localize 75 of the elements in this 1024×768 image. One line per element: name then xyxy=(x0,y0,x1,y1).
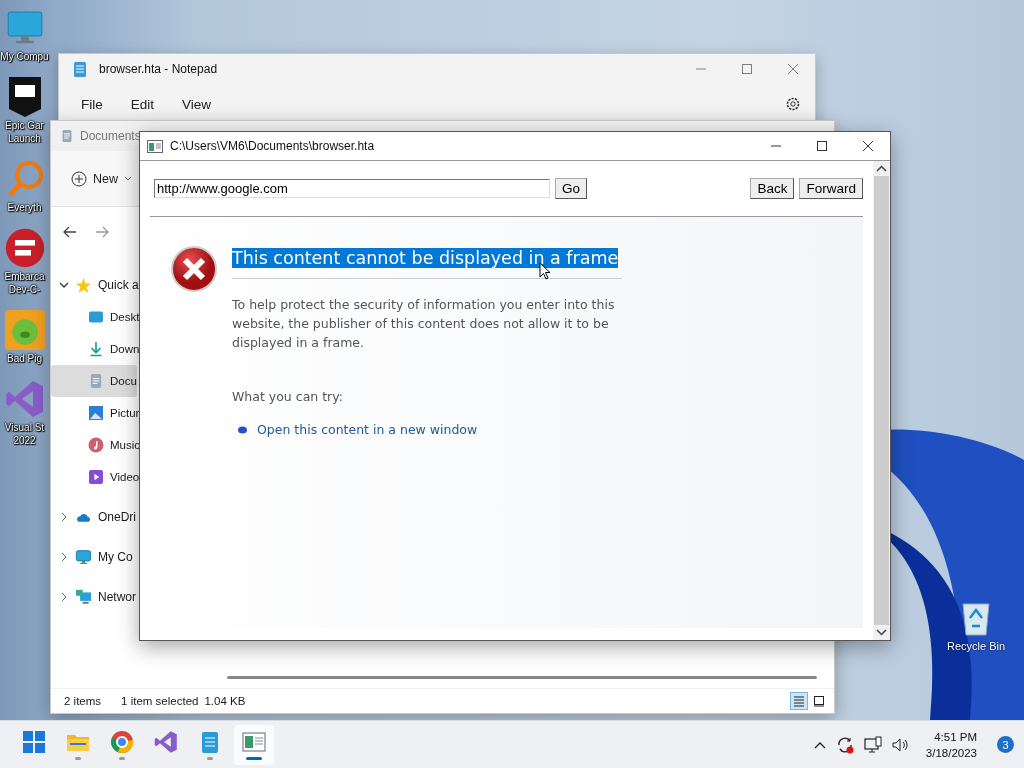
chevron-up-icon[interactable] xyxy=(813,740,826,749)
desktop-icon xyxy=(88,309,104,325)
notification-badge[interactable]: 3 xyxy=(997,736,1014,753)
file-size: 1.04 KB xyxy=(204,695,246,707)
volume-icon[interactable] xyxy=(891,736,910,753)
window-title: C:\Users\VM6\Documents\browser.hta xyxy=(170,139,376,153)
menu-item[interactable]: View xyxy=(172,92,222,116)
sidebar-item[interactable]: My Co xyxy=(98,550,133,564)
forward-arrow-icon[interactable] xyxy=(95,226,109,238)
app-shortcut-icon xyxy=(4,379,45,419)
item-count: 2 items xyxy=(64,695,102,707)
windows-logo-icon xyxy=(22,729,46,754)
forward-button[interactable]: Forward xyxy=(799,178,863,199)
notepad-icon xyxy=(73,60,87,78)
error-icon xyxy=(170,245,218,293)
network-icon xyxy=(75,588,92,606)
selection-info: 1 item selected xyxy=(121,695,199,707)
window-title: browser.hta - Notepad xyxy=(99,62,219,76)
picture-icon xyxy=(88,405,104,421)
collapsed-chevron-icon[interactable] xyxy=(59,512,69,522)
maximize-icon[interactable] xyxy=(816,140,828,152)
address-field[interactable]: http://www.google.com xyxy=(154,179,550,198)
sidebar-item[interactable]: Quick a xyxy=(98,278,139,292)
collapsed-chevron-icon[interactable] xyxy=(59,552,69,562)
document-icon xyxy=(60,129,74,143)
horizontal-scrollbar[interactable] xyxy=(227,676,817,680)
sidebar-item[interactable]: Down xyxy=(51,333,140,365)
recycle-bin-label[interactable]: Recycle Bin xyxy=(946,640,1006,652)
sidebar-item[interactable]: Video xyxy=(51,461,140,493)
star-icon xyxy=(75,276,92,294)
app-window-icon xyxy=(147,139,163,153)
download-icon xyxy=(88,341,104,357)
error-heading: This content cannot be displayed in a frame xyxy=(232,248,622,279)
back-button[interactable]: Back xyxy=(750,178,795,199)
error-message: To help protect the security of information you enter into this website, the publisher of this content does not allow it to be displayed in a frame. xyxy=(232,296,616,352)
bullet-icon xyxy=(238,425,247,434)
hta-icon xyxy=(242,729,266,754)
computer-icon xyxy=(75,548,92,566)
sidebar-item[interactable]: Docu xyxy=(51,365,137,397)
tile-icon xyxy=(813,695,825,707)
video-icon xyxy=(88,469,104,485)
music-icon xyxy=(88,437,104,453)
scroll-down-icon xyxy=(876,629,887,636)
clock[interactable]: 4:51 PM 3/18/2023 xyxy=(925,728,977,761)
scroll-up-icon xyxy=(876,165,887,172)
list-icon xyxy=(793,695,805,707)
plus-circle-icon xyxy=(71,170,87,187)
app-shortcut-icon xyxy=(4,228,45,268)
open-new-window-link[interactable]: Open this content in a new window xyxy=(257,422,478,437)
sidebar-item[interactable]: Pictur xyxy=(51,397,140,429)
mouse-pointer-icon xyxy=(539,262,551,280)
sidebar-item[interactable]: Music xyxy=(51,429,141,461)
back-arrow-icon[interactable] xyxy=(63,226,77,238)
menu-item[interactable]: File xyxy=(71,92,113,116)
menu-item[interactable]: Edit xyxy=(120,92,165,116)
vs-icon xyxy=(154,729,178,754)
settings-icon[interactable] xyxy=(785,96,801,112)
app-window-taskbar-button[interactable] xyxy=(234,724,274,765)
sidebar-item[interactable]: Deskt xyxy=(51,301,140,333)
sync-icon[interactable] xyxy=(835,735,854,754)
window-title: Documents xyxy=(80,129,141,143)
go-button[interactable]: Go xyxy=(555,178,587,199)
collapsed-chevron-icon[interactable] xyxy=(59,592,69,602)
sidebar-item[interactable]: OneDri xyxy=(98,510,136,524)
close-icon[interactable] xyxy=(862,140,874,152)
suggestion-label: What you can try: xyxy=(232,388,344,406)
new-button[interactable]: New xyxy=(69,166,134,191)
caret-icon xyxy=(124,175,132,182)
sidebar-item[interactable]: Networ xyxy=(98,590,136,604)
browser-icon xyxy=(110,729,134,754)
vertical-scrollbar[interactable] xyxy=(873,161,890,640)
expanded-chevron-icon[interactable] xyxy=(59,280,69,290)
network-icon[interactable] xyxy=(863,735,882,754)
document-icon xyxy=(88,373,104,389)
app-shortcut-icon xyxy=(4,310,45,350)
